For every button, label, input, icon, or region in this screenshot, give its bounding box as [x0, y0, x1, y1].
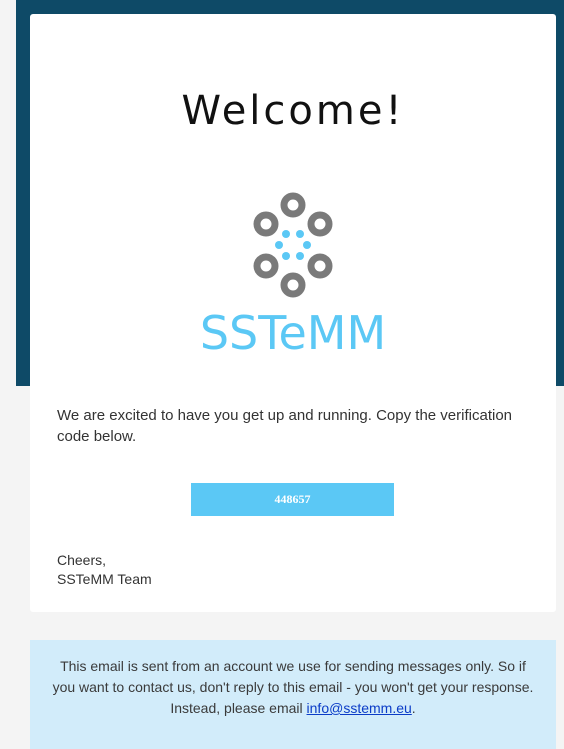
intro-text: We are excited to have you get up and ru…: [57, 407, 513, 445]
signoff-team: SSTeMM Team: [57, 571, 152, 587]
signoff: Cheers, SSTeMM Team: [57, 551, 152, 589]
verification-code-button[interactable]: 448657: [191, 483, 394, 516]
contact-email-link[interactable]: info@sstemm.eu: [307, 700, 412, 716]
sstemm-logo-icon: [238, 191, 348, 301]
email-page: Welcome! SSTeMM We are excited to have y…: [0, 0, 564, 749]
footer-text-end: .: [411, 700, 416, 716]
email-card: Welcome! SSTeMM We are excited to have y…: [30, 14, 556, 612]
footer-text: This email is sent from an account we us…: [50, 656, 536, 719]
signoff-greeting: Cheers,: [57, 552, 107, 568]
footer-notice: This email is sent from an account we us…: [30, 640, 556, 749]
brand-wordmark: SSTeMM: [199, 306, 387, 360]
footer-text-body: This email is sent from an account we us…: [52, 658, 534, 716]
welcome-heading: Welcome!: [181, 88, 405, 134]
